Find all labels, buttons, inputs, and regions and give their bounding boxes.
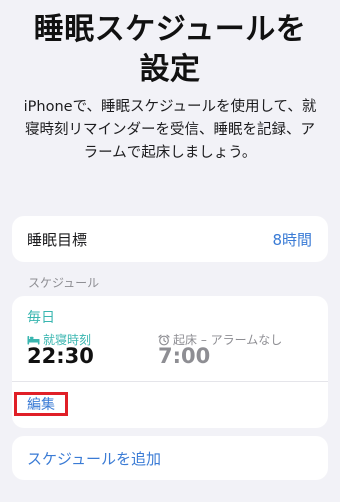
bedtime-value: 22:30 (27, 344, 94, 368)
schedule-divider (12, 381, 328, 382)
description: iPhoneで、睡眠スケジュールを使用して、就 寝時刻リマインダーを受信、睡眠を… (10, 96, 330, 165)
add-schedule-label: スケジュールを追加 (27, 450, 161, 468)
page-title: 睡眠スケジュールを 設定 (0, 10, 340, 90)
add-schedule-button[interactable]: スケジュールを追加 (12, 436, 328, 480)
schedule-section-header: スケジュール (28, 276, 100, 290)
schedule-days: 毎日 (27, 310, 55, 326)
description-line3: ラームで起床しましょう。 (83, 145, 257, 161)
edit-button-label: 編集 (27, 397, 55, 413)
page-title-line2: 設定 (139, 52, 201, 87)
sleep-goal-row[interactable]: 睡眠目標 8時間 (12, 216, 328, 262)
edit-button[interactable]: 編集 (14, 392, 68, 416)
bed-icon (27, 335, 40, 345)
sleep-goal-label: 睡眠目標 (27, 231, 88, 249)
description-line1: iPhoneで、睡眠スケジュールを使用して、就 (23, 99, 317, 115)
sleep-goal-value[interactable]: 8時間 (272, 229, 312, 250)
description-line2: 寝時刻リマインダーを受信、睡眠を記録、ア (25, 122, 315, 138)
page-title-line1: 睡眠スケジュールを (33, 12, 307, 47)
wake-value: 7:00 (158, 344, 211, 368)
schedule-card: 毎日 就寝時刻 起床 – アラームなし 22:30 7:00 編集 (12, 296, 328, 428)
